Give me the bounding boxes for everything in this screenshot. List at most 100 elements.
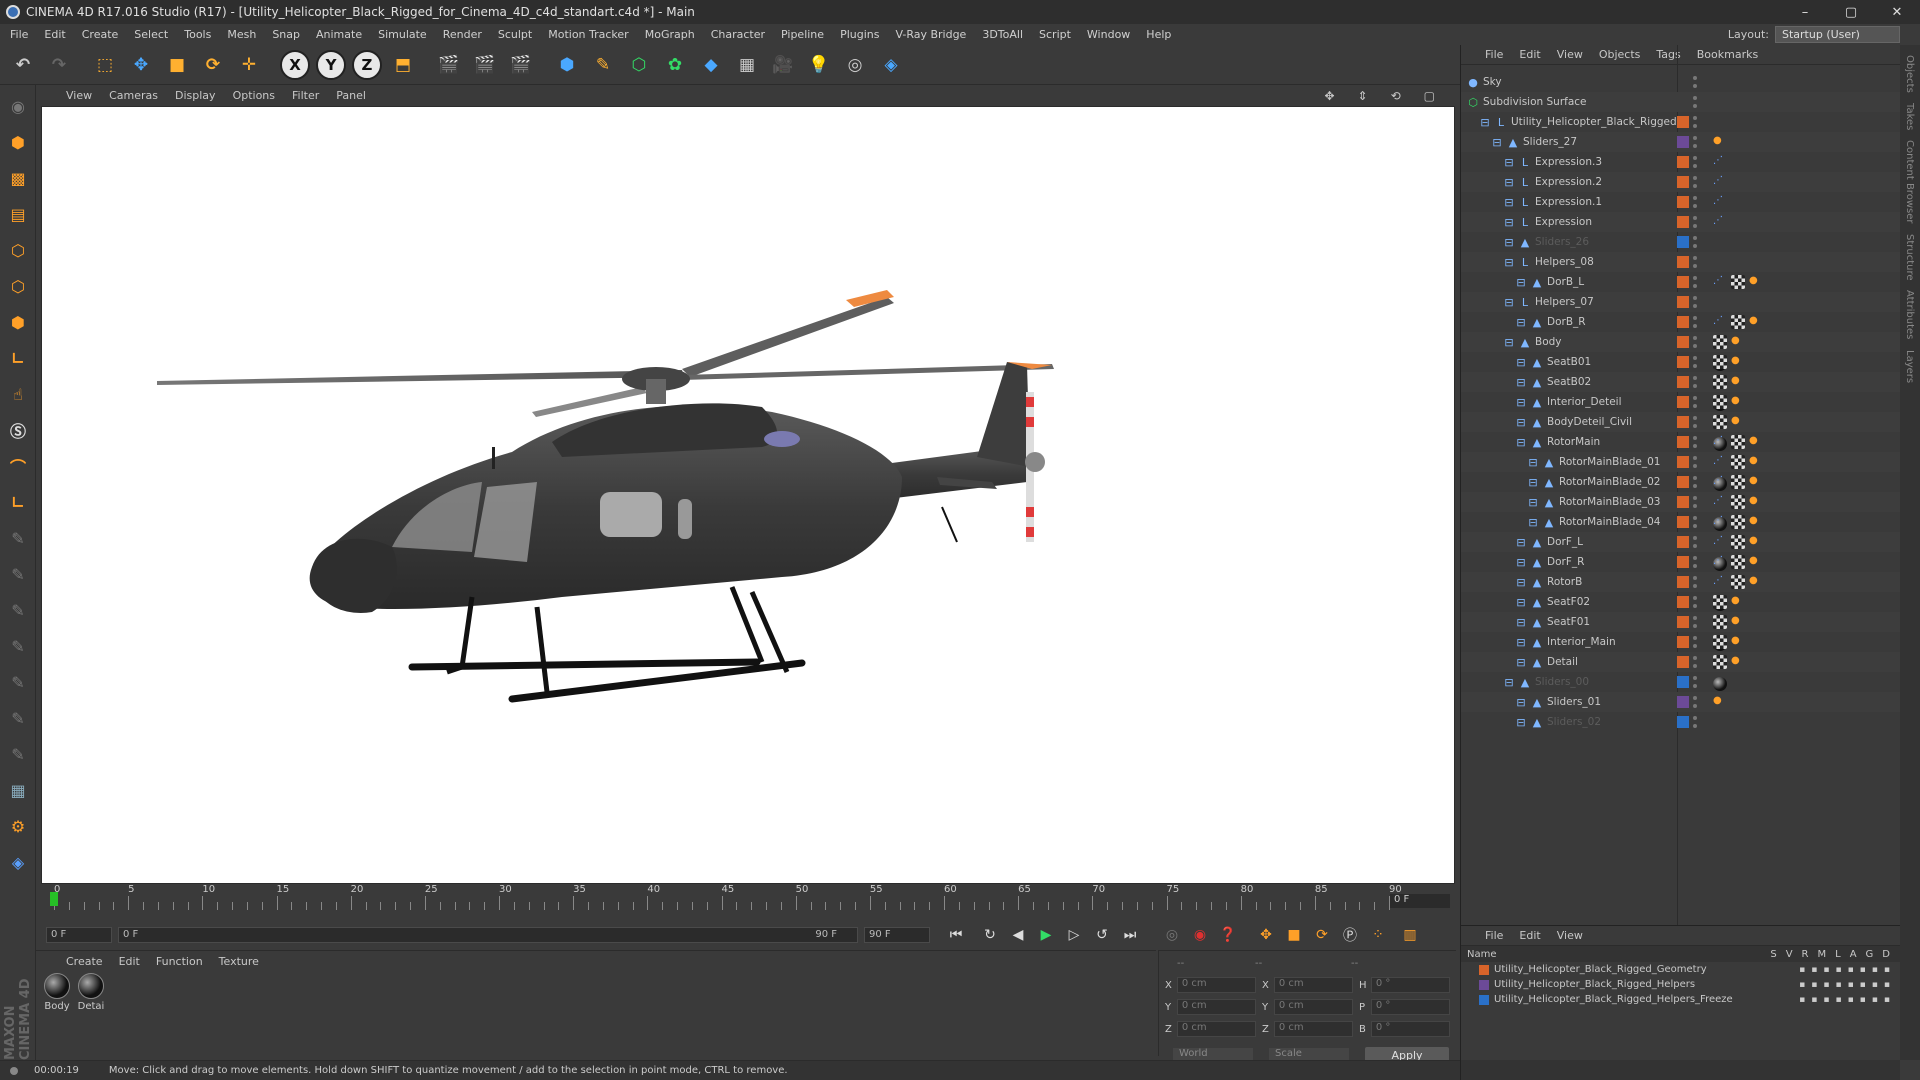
close-button[interactable]: ✕ — [1874, 0, 1920, 24]
layer-color-swatch[interactable] — [1677, 656, 1689, 668]
visibility-dots[interactable] — [1693, 376, 1697, 388]
menu-item-window[interactable]: Window — [1087, 28, 1130, 41]
visible-icon[interactable]: ▪ — [1811, 965, 1817, 975]
layer-column-l[interactable]: L — [1835, 949, 1841, 960]
material-detail[interactable]: Detai — [76, 973, 106, 1012]
expand-toggle-icon[interactable]: ⊟ — [1503, 236, 1515, 249]
render-picture-viewer-icon[interactable]: 🎬 — [470, 49, 500, 81]
xpresso-tag-icon[interactable]: ⋰ — [1713, 575, 1727, 589]
scale-key-icon[interactable]: ■ — [1282, 923, 1306, 947]
menu-item-pipeline[interactable]: Pipeline — [781, 28, 824, 41]
render-icon[interactable]: ▪ — [1823, 995, 1829, 1005]
expand-toggle-icon[interactable]: ⊟ — [1503, 176, 1515, 189]
menu-item-tools[interactable]: Tools — [184, 28, 211, 41]
manager-icon[interactable]: ▪ — [1835, 965, 1841, 975]
side-tab-content-browser[interactable]: Content Browser — [1904, 140, 1915, 223]
object-row[interactable]: ⊟ L Helpers_07 — [1461, 292, 1901, 312]
layer-color-swatch[interactable] — [1677, 236, 1689, 248]
make-editable-icon[interactable]: ◉ — [3, 91, 33, 121]
manager-icon[interactable]: ▪ — [1835, 980, 1841, 990]
sculpt-smooth-icon[interactable]: ✎ — [3, 595, 33, 625]
layer-column-a[interactable]: A — [1850, 949, 1857, 960]
snapping-icon[interactable]: Ⓢ — [3, 415, 33, 445]
expand-toggle-icon[interactable]: ⊟ — [1503, 336, 1515, 349]
texture-tag-icon[interactable] — [1713, 375, 1727, 389]
material-menu-create[interactable]: Create — [66, 955, 103, 971]
protection-tag-icon[interactable]: ● — [1713, 135, 1727, 149]
expand-toggle-icon[interactable]: ⊟ — [1515, 656, 1527, 669]
xpresso-tag-icon[interactable]: ⋰ — [1713, 175, 1727, 189]
layer-row[interactable]: Utility_Helicopter_Black_Rigged_Helpers_… — [1461, 992, 1900, 1007]
autokey-icon[interactable]: ◉ — [1188, 923, 1212, 947]
layer-row[interactable]: Utility_Helicopter_Black_Rigged_Geometry… — [1461, 962, 1900, 977]
light-icon[interactable]: 💡 — [804, 49, 834, 81]
layer-color-swatch[interactable] — [1677, 356, 1689, 368]
model-mode-icon[interactable]: ⬢ — [3, 127, 33, 157]
layer-row[interactable]: Utility_Helicopter_Black_Rigged_Helpers ▪… — [1461, 977, 1900, 992]
layer-column-d[interactable]: D — [1882, 949, 1890, 960]
object-row[interactable]: ⊟ ▲ SeatB02 ● — [1461, 372, 1901, 411]
sculpt-grab-icon[interactable]: ✎ — [3, 631, 33, 661]
object-row[interactable]: ⊟ ▲ Detail ● — [1461, 652, 1901, 691]
layer-column-g[interactable]: G — [1866, 949, 1874, 960]
object-row[interactable]: ⊟ ▲ RotorMainBlade_01 ⋰ ● — [1461, 452, 1901, 491]
texture-tag-icon[interactable] — [1731, 575, 1745, 589]
xpresso-tag-icon[interactable]: ⋰ — [1713, 455, 1727, 469]
material-body[interactable]: Body — [42, 973, 72, 1012]
lock-icon[interactable]: ▪ — [1848, 995, 1854, 1005]
coord-value-field[interactable]: 0 cm — [1176, 1021, 1256, 1037]
visibility-dots[interactable] — [1693, 696, 1697, 708]
object-menu-view[interactable]: View — [1557, 48, 1583, 61]
render-icon[interactable]: ▪ — [1823, 965, 1829, 975]
keyframe-selection-icon[interactable]: ❓ — [1216, 923, 1240, 947]
layer-color-swatch[interactable] — [1677, 556, 1689, 568]
mograph-cloner-icon[interactable]: ✿ — [660, 49, 690, 81]
layer-color-swatch[interactable] — [1677, 596, 1689, 608]
layer-color-swatch[interactable] — [1677, 476, 1689, 488]
layer-color-swatch[interactable] — [1677, 416, 1689, 428]
visibility-dots[interactable] — [1693, 176, 1697, 188]
menu-item-plugins[interactable]: Plugins — [840, 28, 879, 41]
menu-item-select[interactable]: Select — [134, 28, 168, 41]
manager-icon[interactable]: ▪ — [1835, 995, 1841, 1005]
cube-primitive-icon[interactable]: ⬢ — [552, 49, 582, 81]
magnet-icon[interactable]: ⌒ — [3, 451, 33, 481]
protection-tag-icon[interactable]: ● — [1731, 595, 1745, 609]
texture-tag-icon[interactable] — [1713, 595, 1727, 609]
texture-tag-icon[interactable] — [1731, 495, 1745, 509]
menu-item-create[interactable]: Create — [82, 28, 119, 41]
object-menu-bookmarks[interactable]: Bookmarks — [1697, 48, 1758, 61]
layer-menu-view[interactable]: View — [1557, 929, 1583, 942]
visibility-dots[interactable] — [1693, 396, 1697, 408]
xpresso-tag-icon[interactable]: ⋰ — [1713, 515, 1727, 529]
viewport-menu-display[interactable]: Display — [175, 89, 216, 102]
xpresso-tag-icon[interactable]: ⋰ — [1713, 215, 1727, 229]
animation-icon[interactable]: ▪ — [1860, 995, 1866, 1005]
visibility-dots[interactable] — [1693, 616, 1697, 628]
visible-icon[interactable]: ▪ — [1811, 980, 1817, 990]
protection-tag-icon[interactable]: ● — [1749, 515, 1763, 529]
layer-color-swatch[interactable] — [1677, 636, 1689, 648]
protection-tag-icon[interactable]: ● — [1749, 575, 1763, 589]
side-tab-takes[interactable]: Takes — [1904, 103, 1915, 130]
timeline-window-icon[interactable]: ▥ — [1398, 923, 1422, 947]
layer-color-swatch[interactable] — [1677, 296, 1689, 308]
protection-tag-icon[interactable]: ● — [1749, 495, 1763, 509]
expand-toggle-icon[interactable]: ⊟ — [1503, 296, 1515, 309]
texture-tag-icon[interactable] — [1731, 515, 1745, 529]
coord-value-field[interactable]: 0 ° — [1370, 977, 1450, 993]
coord-value-field[interactable]: 0 cm — [1273, 999, 1353, 1015]
visible-icon[interactable]: ▪ — [1811, 995, 1817, 1005]
object-row[interactable]: ⊟ L Utility_Helicopter_Black_Rigged — [1461, 112, 1901, 132]
protection-tag-icon[interactable]: ● — [1749, 475, 1763, 489]
sculpt-pull-icon[interactable]: ✎ — [3, 559, 33, 589]
material-menu-edit[interactable]: Edit — [119, 955, 140, 971]
expand-toggle-icon[interactable]: ⊟ — [1515, 356, 1527, 369]
layer-column-s[interactable]: S — [1770, 949, 1776, 960]
protection-tag-icon[interactable]: ● — [1713, 695, 1727, 709]
menu-item-snap[interactable]: Snap — [272, 28, 300, 41]
layer-color-swatch[interactable] — [1677, 376, 1689, 388]
camera-icon[interactable]: 🎥 — [768, 49, 798, 81]
layer-column-r[interactable]: R — [1802, 949, 1809, 960]
timeline[interactable]: 0 5 10 15 20 25 30 35 40 45 50 55 60 65 70 75 80 85 90 0 F — [36, 884, 1458, 924]
